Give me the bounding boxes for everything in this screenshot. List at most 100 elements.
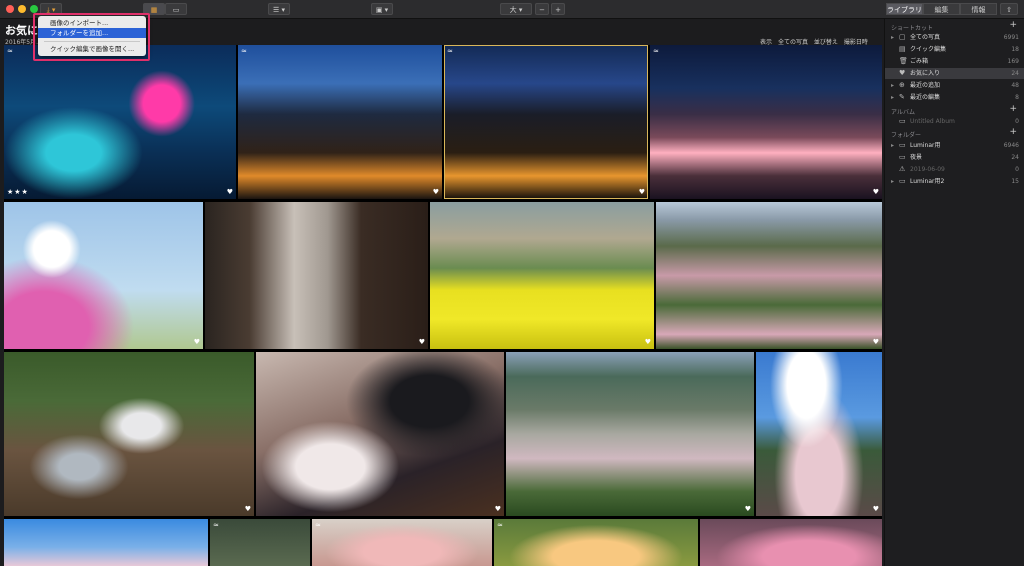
photo-rapeseed-field[interactable]: ♥ <box>430 202 654 349</box>
sidebar-item-count: 0 <box>1015 166 1019 173</box>
edit-indicator-icon: ≈ <box>315 521 321 529</box>
share-button[interactable]: ⇧ <box>1000 3 1018 15</box>
favorite-heart-icon[interactable]: ♥ <box>745 505 751 513</box>
photo-city-night-aerial[interactable]: ≈ ♥ <box>650 45 882 199</box>
photo-bottom-4[interactable]: ≈ <box>494 519 698 566</box>
zoom-in-button[interactable]: + <box>551 3 565 15</box>
sidebar-item-trash[interactable]: 🗑 ごみ箱 169 <box>885 56 1024 67</box>
edit-indicator-icon: ≈ <box>497 521 503 529</box>
tab-library[interactable]: ライブラリ <box>886 3 923 15</box>
filter-button[interactable]: ☰ ▾ <box>268 3 290 15</box>
sidebar-item-count: 24 <box>1011 154 1019 161</box>
add-album-icon[interactable]: + <box>1009 104 1017 114</box>
photo-harbor-ferris-wheel[interactable]: ≈ ★★★ ♥ <box>4 45 236 199</box>
disclosure-arrow-icon[interactable]: ▸ <box>891 140 894 151</box>
annotation-highlight-box <box>33 13 150 61</box>
sidebar-item-count: 169 <box>1007 58 1019 65</box>
sidebar-item-folder-luminar[interactable]: ▸ ▭ Luminar用 6946 <box>885 140 1024 151</box>
edit-indicator-icon: ≈ <box>7 47 13 55</box>
quick-edit-icon: ▤ <box>899 45 906 53</box>
toolbar: ⤓ ▾ ▦ ▭ ☰ ▾ ▣ ▾ 大 ▾ − + ライブラリ 編集 情報 ⇧ <box>0 0 1024 19</box>
sidebar-item-label: ごみ箱 <box>910 58 929 65</box>
single-view-button[interactable]: ▭ <box>165 3 187 15</box>
edit-indicator-icon: ≈ <box>213 521 219 529</box>
favorite-heart-icon[interactable]: ♥ <box>433 188 439 196</box>
favorite-heart-icon[interactable]: ♥ <box>873 338 879 346</box>
sidebar-item-untitled-album[interactable]: ▭ Untitled Album 0 <box>885 116 1024 127</box>
recently-added-icon: ⊕ <box>899 81 905 89</box>
sidebar-item-all-photos[interactable]: ▸ ▢ 全ての写真 6991 <box>885 32 1024 43</box>
recently-edited-icon: ✎ <box>899 93 905 101</box>
disclosure-arrow-icon[interactable]: ▸ <box>891 176 894 187</box>
minimize-window-button[interactable] <box>18 5 26 13</box>
sidebar-item-folder-night[interactable]: ▭ 夜景 24 <box>885 152 1024 163</box>
sidebar-item-folder-luminar2[interactable]: ▸ ▭ Luminar用2 15 <box>885 176 1024 187</box>
disclosure-arrow-icon[interactable]: ▸ <box>891 80 894 91</box>
sidebar-item-label: お気に入り <box>910 70 941 77</box>
folder-icon: ▭ <box>899 153 906 161</box>
shortcuts-heading: ショートカット <box>891 25 934 32</box>
thumbnail-size-select[interactable]: 大 ▾ <box>500 3 532 15</box>
photo-mountain-valley[interactable]: ♥ <box>506 352 754 516</box>
heart-icon: ♥ <box>899 69 906 77</box>
photo-lucky-cats-rocks[interactable]: ♥ <box>4 352 254 516</box>
sidebar: ショートカット + ▸ ▢ 全ての写真 6991 ▤ クイック編集 18 🗑 ご… <box>884 19 1024 566</box>
sidebar-item-label: 最近の編集 <box>910 94 941 101</box>
tab-info[interactable]: 情報 <box>960 3 997 15</box>
photo-mountain-cherry-1[interactable]: ♥ <box>656 202 882 349</box>
photo-bottom-1[interactable] <box>4 519 208 566</box>
sidebar-item-favorites[interactable]: ♥ お気に入り 24 <box>885 68 1024 79</box>
sidebar-item-quick-edit[interactable]: ▤ クイック編集 18 <box>885 44 1024 55</box>
sidebar-item-recently-edited[interactable]: ▸ ✎ 最近の編集 8 <box>885 92 1024 103</box>
sidebar-item-count: 15 <box>1011 178 1019 185</box>
favorite-heart-icon[interactable]: ♥ <box>419 338 425 346</box>
favorite-heart-icon[interactable]: ♥ <box>245 505 251 513</box>
sidebar-item-label: 最近の追加 <box>910 82 941 89</box>
sidebar-item-count: 24 <box>1011 70 1019 77</box>
sidebar-item-label: 夜景 <box>910 154 923 161</box>
favorite-heart-icon[interactable]: ♥ <box>495 505 501 513</box>
photo-bottom-3[interactable]: ≈ <box>312 519 492 566</box>
sidebar-item-count: 0 <box>1015 118 1019 125</box>
photo-grid: ≈ ★★★ ♥ ≈ ♥ ≈ ♥ ≈ ♥ ♥ ♥ ♥ ♥ ♥ ♥ ♥ ♥ ≈ ≈ … <box>4 45 882 566</box>
photo-cosmos-flower[interactable]: ♥ <box>4 202 203 349</box>
warning-icon: ⚠ <box>899 165 906 173</box>
edit-indicator-icon: ≈ <box>447 47 453 55</box>
photo-bottom-2[interactable]: ≈ <box>210 519 310 566</box>
photo-city-dusk-2[interactable]: ≈ ♥ <box>444 45 648 199</box>
favorite-heart-icon[interactable]: ♥ <box>194 338 200 346</box>
favorite-heart-icon[interactable]: ♥ <box>227 188 233 196</box>
sidebar-item-recently-added[interactable]: ▸ ⊕ 最近の追加 48 <box>885 80 1024 91</box>
add-folder-icon[interactable]: + <box>1009 127 1017 137</box>
zoom-out-button[interactable]: − <box>535 3 549 15</box>
sidebar-item-label: Untitled Album <box>910 118 955 125</box>
photo-bottom-5[interactable] <box>700 519 882 566</box>
sidebar-item-label: Luminar用2 <box>910 178 945 185</box>
sidebar-item-folder-date[interactable]: ⚠ 2019-06-09 0 <box>885 164 1024 175</box>
photo-old-street[interactable]: ♥ <box>205 202 428 349</box>
edit-indicator-icon: ≈ <box>241 47 247 55</box>
sidebar-item-count: 18 <box>1011 46 1019 53</box>
photo-lucky-cats-rows[interactable]: ♥ <box>256 352 504 516</box>
sidebar-item-label: クイック編集 <box>910 46 947 53</box>
layout-button[interactable]: ▣ ▾ <box>371 3 393 15</box>
rating-stars: ★★★ <box>7 188 29 196</box>
close-window-button[interactable] <box>6 5 14 13</box>
favorite-heart-icon[interactable]: ♥ <box>645 338 651 346</box>
favorite-heart-icon[interactable]: ♥ <box>639 188 645 196</box>
edit-indicator-icon: ≈ <box>653 47 659 55</box>
add-shortcut-icon[interactable]: + <box>1009 20 1017 30</box>
photo-cherry-tree-sky[interactable]: ♥ <box>756 352 882 516</box>
favorite-heart-icon[interactable]: ♥ <box>873 188 879 196</box>
disclosure-arrow-icon[interactable]: ▸ <box>891 92 894 103</box>
favorite-heart-icon[interactable]: ♥ <box>873 505 879 513</box>
sidebar-item-label: Luminar用 <box>910 142 941 149</box>
tab-edit[interactable]: 編集 <box>923 3 960 15</box>
photo-city-dusk-1[interactable]: ≈ ♥ <box>238 45 442 199</box>
sidebar-item-count: 8 <box>1015 94 1019 101</box>
disclosure-arrow-icon[interactable]: ▸ <box>891 32 894 43</box>
photos-icon: ▢ <box>899 33 906 41</box>
zoom-window-button[interactable] <box>30 5 38 13</box>
album-icon: ▭ <box>899 117 906 125</box>
sidebar-item-count: 48 <box>1011 82 1019 89</box>
